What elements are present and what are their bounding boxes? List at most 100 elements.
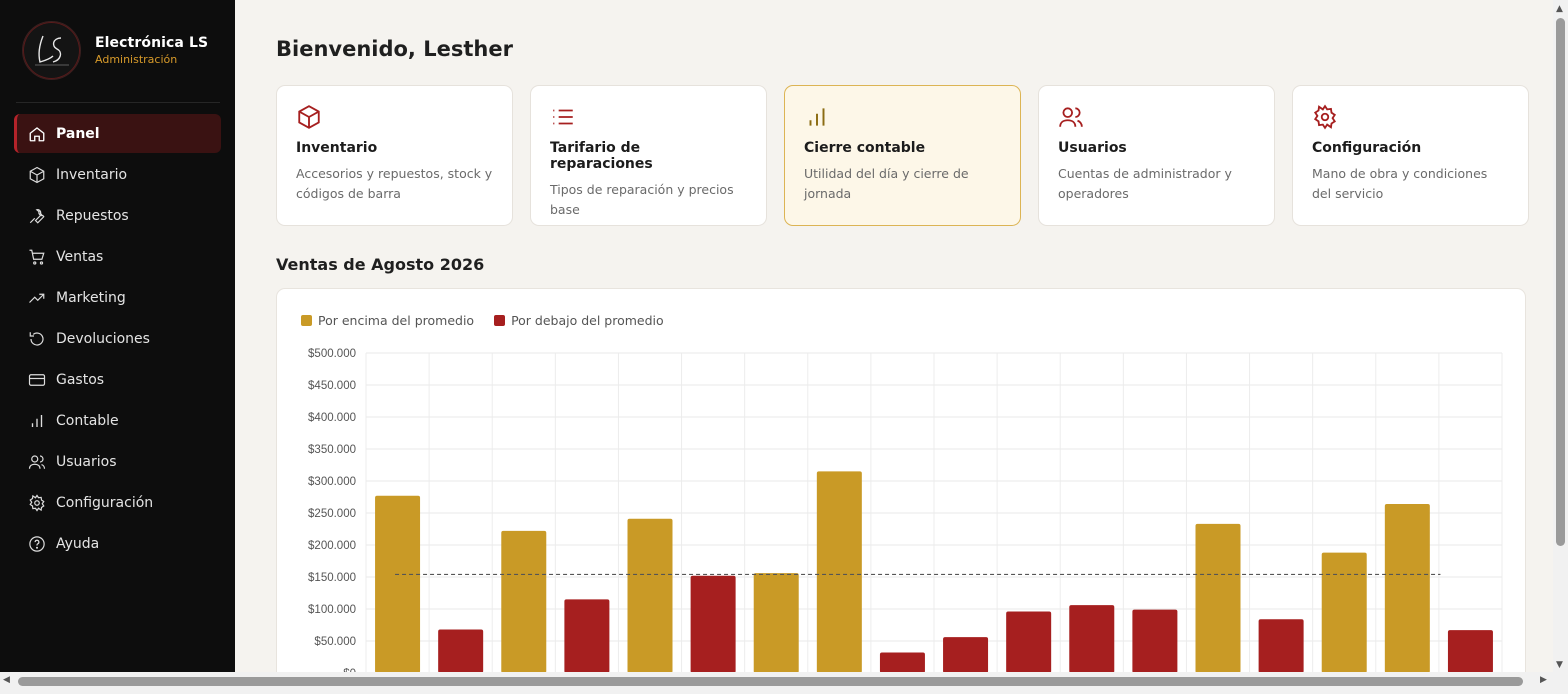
y-tick-label: $500.000 xyxy=(308,348,356,360)
bar xyxy=(1447,630,1493,672)
card-description: Tipos de reparación y precios base xyxy=(550,182,734,217)
y-tick-label: $300.000 xyxy=(308,476,356,488)
brand-logo xyxy=(22,21,81,80)
box-icon xyxy=(28,166,46,184)
y-tick-label: $400.000 xyxy=(308,412,356,424)
bar xyxy=(1132,609,1178,672)
sidebar: Electrónica LS Administración Panel Inve… xyxy=(0,0,235,694)
card-title: Configuración xyxy=(1312,140,1422,156)
sidebar-item-label: Panel xyxy=(56,125,100,142)
bar xyxy=(1195,523,1241,672)
card-usuarios[interactable]: Usuarios Cuentas de administrador y oper… xyxy=(1038,85,1275,226)
brand[interactable]: Electrónica LS Administración xyxy=(22,21,208,80)
y-tick-label: $200.000 xyxy=(308,540,356,552)
card-title: Inventario xyxy=(296,140,378,156)
home-icon xyxy=(28,125,46,143)
bar xyxy=(943,637,989,672)
sidebar-item-marketing[interactable]: Marketing xyxy=(14,278,221,317)
y-tick-label: $250.000 xyxy=(308,508,356,520)
bar xyxy=(1258,619,1304,672)
sidebar-item-panel[interactable]: Panel xyxy=(14,114,221,153)
horizontal-scroll-thumb[interactable] xyxy=(18,677,1523,686)
undo-icon xyxy=(28,330,46,348)
trend-icon xyxy=(28,289,46,307)
card-configuracion[interactable]: Configuración Mano de obra y condiciones… xyxy=(1292,85,1529,226)
card-tarifario[interactable]: Tarifario de reparaciones Tipos de repar… xyxy=(530,85,767,226)
scroll-right-icon[interactable]: ▶ xyxy=(1540,675,1547,685)
box-icon xyxy=(296,104,322,130)
bar xyxy=(438,629,484,672)
page-title: Bienvenido, Lesther xyxy=(276,37,513,61)
bar xyxy=(564,599,610,672)
sidebar-item-label: Usuarios xyxy=(56,453,117,470)
sidebar-item-label: Ayuda xyxy=(56,535,100,552)
bar xyxy=(816,471,862,672)
card-cierre-contable[interactable]: Cierre contable Utilidad del día y cierr… xyxy=(784,85,1021,226)
main-content: Bienvenido, Lesther Inventario Accesorio… xyxy=(235,0,1553,672)
sidebar-divider xyxy=(16,102,220,103)
sidebar-item-label: Inventario xyxy=(56,166,128,183)
sidebar-item-gastos[interactable]: Gastos xyxy=(14,360,221,399)
sidebar-item-usuarios[interactable]: Usuarios xyxy=(14,442,221,481)
bar xyxy=(879,652,925,672)
bar xyxy=(1384,504,1430,672)
bar xyxy=(375,495,421,672)
y-tick-label: $150.000 xyxy=(308,572,356,584)
brand-name: Electrónica LS xyxy=(95,35,209,51)
vertical-scroll-thumb[interactable] xyxy=(1556,18,1565,546)
sidebar-item-label: Contable xyxy=(56,412,119,429)
sidebar-item-label: Marketing xyxy=(56,289,126,306)
sidebar-item-devoluciones[interactable]: Devoluciones xyxy=(14,319,221,358)
bar-chart-icon xyxy=(28,412,46,430)
vertical-scrollbar[interactable]: ▲ ▼ xyxy=(1553,0,1568,672)
sidebar-item-label: Ventas xyxy=(56,248,104,265)
brand-subtitle: Administración xyxy=(95,53,178,66)
horizontal-scrollbar[interactable]: ◀ ▶ xyxy=(0,672,1568,694)
list-icon xyxy=(550,104,576,130)
card-inventario[interactable]: Inventario Accesorios y repuestos, stock… xyxy=(276,85,513,226)
sidebar-item-inventario[interactable]: Inventario xyxy=(14,155,221,194)
sidebar-nav: Panel Inventario Repuestos Ventas Market… xyxy=(14,114,221,565)
card-description: Accesorios y repuestos, stock y códigos … xyxy=(296,166,493,201)
sidebar-item-label: Gastos xyxy=(56,371,105,388)
cart-icon xyxy=(28,248,46,266)
sales-bar-chart: $500.000 $450.000 $400.000 $350.000 $300.000… xyxy=(308,348,1503,672)
bar xyxy=(1069,605,1115,672)
sidebar-item-repuestos[interactable]: Repuestos xyxy=(14,196,221,235)
y-tick-label: $450.000 xyxy=(308,380,356,392)
card-description: Utilidad del día y cierre de jornada xyxy=(804,166,969,201)
bar xyxy=(1006,611,1052,672)
card-description: Mano de obra y condiciones del servicio xyxy=(1312,166,1488,201)
y-tick-label: $50.000 xyxy=(314,636,356,648)
scroll-up-icon[interactable]: ▲ xyxy=(1556,4,1563,14)
sidebar-item-ventas[interactable]: Ventas xyxy=(14,237,221,276)
gear-icon xyxy=(28,493,46,512)
sidebar-item-configuracion[interactable]: Configuración xyxy=(14,483,221,522)
users-icon xyxy=(28,453,46,471)
help-icon xyxy=(28,535,46,553)
sales-section-title: Ventas de Agosto 2026 xyxy=(276,255,485,274)
sidebar-item-label: Devoluciones xyxy=(56,330,150,347)
bar xyxy=(753,573,799,672)
quick-access-cards: Inventario Accesorios y repuestos, stock… xyxy=(276,85,1529,226)
bar xyxy=(627,518,673,672)
card-title: Usuarios xyxy=(1058,140,1127,156)
sidebar-item-label: Repuestos xyxy=(56,207,129,224)
sidebar-item-contable[interactable]: Contable xyxy=(14,401,221,440)
card-description: Cuentas de administrador y operadores xyxy=(1058,166,1232,201)
wrench-icon xyxy=(28,207,46,225)
y-tick-label: $100.000 xyxy=(308,604,356,616)
bar xyxy=(501,530,547,672)
card-title: Cierre contable xyxy=(804,140,926,156)
scroll-left-icon[interactable]: ◀ xyxy=(3,675,10,685)
bar xyxy=(1321,552,1367,672)
bar-chart-icon xyxy=(804,104,830,130)
card-icon xyxy=(28,371,46,389)
sidebar-item-ayuda[interactable]: Ayuda xyxy=(14,524,221,563)
gear-icon xyxy=(1312,104,1338,130)
sidebar-item-label: Configuración xyxy=(56,494,154,511)
sales-chart-card: Por encima del promedio Por debajo del p… xyxy=(276,288,1526,672)
card-title: Tarifario de reparaciones xyxy=(550,140,653,172)
users-icon xyxy=(1058,104,1084,130)
scroll-down-icon[interactable]: ▼ xyxy=(1556,660,1563,670)
